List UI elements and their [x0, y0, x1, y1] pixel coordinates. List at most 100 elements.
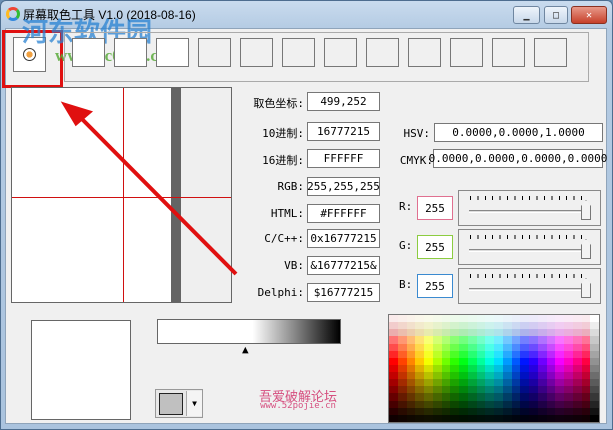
palette-cell[interactable]	[572, 400, 582, 408]
palette-cell[interactable]	[389, 372, 398, 380]
palette-cell[interactable]	[555, 343, 564, 351]
palette-cell[interactable]	[581, 315, 591, 323]
palette-cell[interactable]	[555, 357, 564, 365]
palette-cell[interactable]	[459, 379, 468, 387]
palette-cell[interactable]	[520, 336, 529, 344]
palette-cell[interactable]	[502, 393, 512, 401]
palette-cell[interactable]	[389, 350, 398, 358]
palette-cell[interactable]	[485, 357, 494, 365]
palette-cell[interactable]	[537, 350, 547, 358]
palette-cell[interactable]	[564, 364, 573, 373]
palette-cell[interactable]	[546, 393, 556, 401]
palette-cell[interactable]	[389, 329, 398, 337]
palette-cell[interactable]	[581, 393, 591, 401]
b-slider[interactable]	[458, 268, 601, 304]
palette-cell[interactable]	[511, 343, 521, 351]
palette-cell[interactable]	[581, 364, 591, 373]
palette-cell[interactable]	[502, 322, 512, 330]
palette-cell[interactable]	[397, 357, 407, 365]
palette-cell[interactable]	[581, 322, 591, 330]
palette-cell[interactable]	[581, 386, 591, 394]
palette-cell[interactable]	[564, 329, 573, 337]
palette-cell[interactable]	[555, 364, 564, 373]
palette-cell[interactable]	[432, 315, 442, 323]
palette-cell[interactable]	[537, 372, 547, 380]
palette-cell[interactable]	[511, 315, 521, 323]
palette-cell[interactable]	[529, 322, 538, 330]
palette-cell[interactable]	[415, 350, 424, 358]
palette-cell[interactable]	[520, 329, 529, 337]
palette-cell[interactable]	[581, 400, 591, 408]
palette-cell[interactable]	[581, 372, 591, 380]
palette-cell[interactable]	[520, 393, 529, 401]
palette-cell[interactable]	[415, 372, 424, 380]
palette-cell[interactable]	[467, 343, 477, 351]
palette-cell[interactable]	[546, 322, 556, 330]
palette-cell[interactable]	[537, 364, 547, 373]
delphi-field[interactable]: $16777215	[307, 283, 380, 302]
palette-cell[interactable]	[397, 400, 407, 408]
palette-cell[interactable]	[590, 357, 599, 365]
palette-cell[interactable]	[520, 372, 529, 380]
r-value-field[interactable]: 255	[417, 196, 453, 220]
palette-cell[interactable]	[389, 386, 398, 394]
palette-cell[interactable]	[424, 364, 433, 373]
palette-cell[interactable]	[494, 336, 503, 344]
palette-cell[interactable]	[406, 379, 416, 387]
palette-cell[interactable]	[406, 414, 416, 422]
palette-cell[interactable]	[546, 400, 556, 408]
palette-cell[interactable]	[572, 329, 582, 337]
palette-cell[interactable]	[494, 407, 503, 415]
palette-cell[interactable]	[494, 400, 503, 408]
palette-cell[interactable]	[397, 336, 407, 344]
palette-cell[interactable]	[572, 414, 582, 422]
coord-field[interactable]: 499,252	[307, 92, 380, 111]
palette-cell[interactable]	[406, 322, 416, 330]
palette-cell[interactable]	[590, 407, 599, 415]
palette-cell[interactable]	[564, 350, 573, 358]
palette-cell[interactable]	[572, 379, 582, 387]
palette-cell[interactable]	[424, 379, 433, 387]
palette-cell[interactable]	[564, 336, 573, 344]
palette-cell[interactable]	[555, 414, 564, 422]
palette-cell[interactable]	[406, 386, 416, 394]
palette-cell[interactable]	[572, 315, 582, 323]
palette-cell[interactable]	[450, 322, 459, 330]
palette-cell[interactable]	[520, 414, 529, 422]
palette-cell[interactable]	[485, 350, 494, 358]
palette-cell[interactable]	[424, 336, 433, 344]
palette-cell[interactable]	[494, 393, 503, 401]
palette-cell[interactable]	[529, 400, 538, 408]
palette-cell[interactable]	[476, 329, 486, 337]
palette-cell[interactable]	[450, 393, 459, 401]
palette-cell[interactable]	[432, 322, 442, 330]
palette-cell[interactable]	[502, 357, 512, 365]
palette-cell[interactable]	[476, 414, 486, 422]
palette-cell[interactable]	[485, 336, 494, 344]
r-slider[interactable]	[458, 190, 601, 226]
palette-cell[interactable]	[397, 350, 407, 358]
palette-cell[interactable]	[537, 343, 547, 351]
palette-cell[interactable]	[546, 336, 556, 344]
palette-cell[interactable]	[406, 329, 416, 337]
palette-cell[interactable]	[529, 350, 538, 358]
palette-cell[interactable]	[546, 343, 556, 351]
palette-cell[interactable]	[485, 386, 494, 394]
palette-cell[interactable]	[397, 343, 407, 351]
palette-cell[interactable]	[485, 329, 494, 337]
palette-cell[interactable]	[397, 379, 407, 387]
palette-cell[interactable]	[476, 315, 486, 323]
palette-cell[interactable]	[415, 364, 424, 373]
palette-cell[interactable]	[564, 357, 573, 365]
palette-cell[interactable]	[476, 322, 486, 330]
palette-cell[interactable]	[520, 315, 529, 323]
palette-cell[interactable]	[476, 407, 486, 415]
palette-cell[interactable]	[424, 386, 433, 394]
palette-cell[interactable]	[502, 336, 512, 344]
palette-cell[interactable]	[555, 386, 564, 394]
palette-cell[interactable]	[467, 379, 477, 387]
palette-cell[interactable]	[511, 329, 521, 337]
palette-cell[interactable]	[502, 350, 512, 358]
palette-cell[interactable]	[389, 364, 398, 373]
palette-cell[interactable]	[581, 343, 591, 351]
